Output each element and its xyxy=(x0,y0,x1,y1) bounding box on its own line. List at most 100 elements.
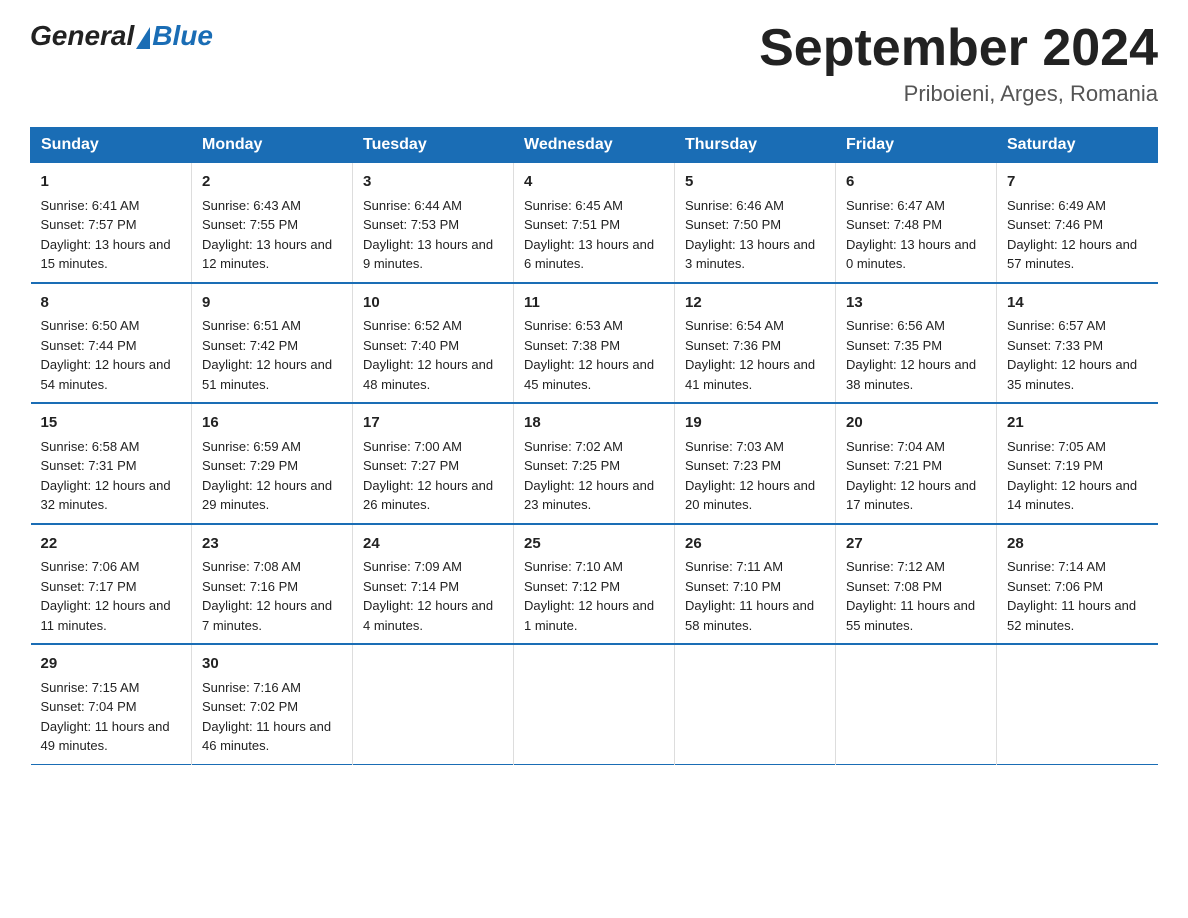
day-number: 23 xyxy=(202,533,342,556)
day-number: 1 xyxy=(41,171,182,194)
header-row: SundayMondayTuesdayWednesdayThursdayFrid… xyxy=(31,128,1158,163)
calendar-cell: 18 Sunrise: 7:02 AMSunset: 7:25 PMDayligh… xyxy=(514,403,675,524)
day-info: Sunrise: 6:56 AMSunset: 7:35 PMDaylight:… xyxy=(846,318,976,392)
day-number: 13 xyxy=(846,292,986,315)
day-number: 10 xyxy=(363,292,503,315)
calendar-cell: 4Sunrise: 6:45 AMSunset: 7:51 PMDaylight… xyxy=(514,163,675,283)
day-info: Sunrise: 6:52 AMSunset: 7:40 PMDaylight:… xyxy=(363,318,493,392)
calendar-cell: 19 Sunrise: 7:03 AMSunset: 7:23 PMDayligh… xyxy=(675,403,836,524)
day-number: 24 xyxy=(363,533,503,556)
day-number: 2 xyxy=(202,171,342,194)
day-info: Sunrise: 6:53 AMSunset: 7:38 PMDaylight:… xyxy=(524,318,654,392)
calendar-cell: 25Sunrise: 7:10 AMSunset: 7:12 PMDayligh… xyxy=(514,524,675,645)
calendar-cell: 23 Sunrise: 7:08 AMSunset: 7:16 PMDayligh… xyxy=(192,524,353,645)
calendar-cell: 29 Sunrise: 7:15 AMSunset: 7:04 PMDayligh… xyxy=(31,644,192,764)
day-number: 27 xyxy=(846,533,986,556)
calendar-cell: 5 Sunrise: 6:46 AMSunset: 7:50 PMDaylight… xyxy=(675,163,836,283)
day-info: Sunrise: 7:15 AMSunset: 7:04 PMDaylight:… xyxy=(41,680,170,754)
day-info: Sunrise: 7:00 AMSunset: 7:27 PMDaylight:… xyxy=(363,439,493,513)
calendar-table: SundayMondayTuesdayWednesdayThursdayFrid… xyxy=(30,127,1158,765)
week-row-2: 8 Sunrise: 6:50 AMSunset: 7:44 PMDaylight… xyxy=(31,283,1158,404)
week-row-4: 22Sunrise: 7:06 AMSunset: 7:17 PMDayligh… xyxy=(31,524,1158,645)
day-number: 28 xyxy=(1007,533,1148,556)
calendar-cell: 13 Sunrise: 6:56 AMSunset: 7:35 PMDayligh… xyxy=(836,283,997,404)
calendar-cell: 21 Sunrise: 7:05 AMSunset: 7:19 PMDayligh… xyxy=(997,403,1158,524)
day-info: Sunrise: 7:12 AMSunset: 7:08 PMDaylight:… xyxy=(846,559,975,633)
day-info: Sunrise: 7:08 AMSunset: 7:16 PMDaylight:… xyxy=(202,559,332,633)
day-number: 8 xyxy=(41,292,182,315)
day-number: 5 xyxy=(685,171,825,194)
calendar-cell: 14 Sunrise: 6:57 AMSunset: 7:33 PMDayligh… xyxy=(997,283,1158,404)
day-number: 25 xyxy=(524,533,664,556)
calendar-cell: 30 Sunrise: 7:16 AMSunset: 7:02 PMDayligh… xyxy=(192,644,353,764)
day-number: 18 xyxy=(524,412,664,435)
day-info: Sunrise: 6:50 AMSunset: 7:44 PMDaylight:… xyxy=(41,318,171,392)
calendar-cell: 28 Sunrise: 7:14 AMSunset: 7:06 PMDayligh… xyxy=(997,524,1158,645)
calendar-cell: 2 Sunrise: 6:43 AMSunset: 7:55 PMDaylight… xyxy=(192,163,353,283)
day-number: 16 xyxy=(202,412,342,435)
calendar-cell: 9 Sunrise: 6:51 AMSunset: 7:42 PMDaylight… xyxy=(192,283,353,404)
page-header: General Blue September 2024 Priboieni, A… xyxy=(30,20,1158,107)
day-info: Sunrise: 7:14 AMSunset: 7:06 PMDaylight:… xyxy=(1007,559,1136,633)
day-number: 15 xyxy=(41,412,182,435)
day-number: 21 xyxy=(1007,412,1148,435)
day-info: Sunrise: 6:43 AMSunset: 7:55 PMDaylight:… xyxy=(202,198,332,272)
location-subtitle: Priboieni, Arges, Romania xyxy=(759,81,1158,107)
day-info: Sunrise: 6:54 AMSunset: 7:36 PMDaylight:… xyxy=(685,318,815,392)
day-number: 3 xyxy=(363,171,503,194)
calendar-body: 1 Sunrise: 6:41 AMSunset: 7:57 PMDaylight… xyxy=(31,163,1158,765)
calendar-cell xyxy=(997,644,1158,764)
day-number: 19 xyxy=(685,412,825,435)
day-number: 11 xyxy=(524,292,664,315)
logo-triangle-icon xyxy=(136,27,150,49)
logo-blue-text: Blue xyxy=(152,20,213,52)
day-number: 20 xyxy=(846,412,986,435)
day-info: Sunrise: 6:51 AMSunset: 7:42 PMDaylight:… xyxy=(202,318,332,392)
header-thursday: Thursday xyxy=(675,128,836,163)
day-info: Sunrise: 7:16 AMSunset: 7:02 PMDaylight:… xyxy=(202,680,331,754)
day-number: 7 xyxy=(1007,171,1148,194)
calendar-cell: 27 Sunrise: 7:12 AMSunset: 7:08 PMDayligh… xyxy=(836,524,997,645)
day-number: 30 xyxy=(202,653,342,676)
logo: General Blue xyxy=(30,20,213,52)
day-info: Sunrise: 7:02 AMSunset: 7:25 PMDaylight:… xyxy=(524,439,654,513)
calendar-cell: 11 Sunrise: 6:53 AMSunset: 7:38 PMDayligh… xyxy=(514,283,675,404)
calendar-cell: 24 Sunrise: 7:09 AMSunset: 7:14 PMDayligh… xyxy=(353,524,514,645)
day-info: Sunrise: 6:41 AMSunset: 7:57 PMDaylight:… xyxy=(41,198,171,272)
day-number: 29 xyxy=(41,653,182,676)
calendar-cell: 15Sunrise: 6:58 AMSunset: 7:31 PMDayligh… xyxy=(31,403,192,524)
day-info: Sunrise: 7:09 AMSunset: 7:14 PMDaylight:… xyxy=(363,559,493,633)
week-row-5: 29 Sunrise: 7:15 AMSunset: 7:04 PMDayligh… xyxy=(31,644,1158,764)
day-info: Sunrise: 7:03 AMSunset: 7:23 PMDaylight:… xyxy=(685,439,815,513)
day-info: Sunrise: 6:45 AMSunset: 7:51 PMDaylight:… xyxy=(524,198,654,272)
logo-general-text: General xyxy=(30,20,134,52)
title-block: September 2024 Priboieni, Arges, Romania xyxy=(759,20,1158,107)
calendar-cell: 16Sunrise: 6:59 AMSunset: 7:29 PMDayligh… xyxy=(192,403,353,524)
calendar-header: SundayMondayTuesdayWednesdayThursdayFrid… xyxy=(31,128,1158,163)
calendar-cell xyxy=(675,644,836,764)
day-info: Sunrise: 7:05 AMSunset: 7:19 PMDaylight:… xyxy=(1007,439,1137,513)
calendar-cell: 12 Sunrise: 6:54 AMSunset: 7:36 PMDayligh… xyxy=(675,283,836,404)
day-number: 12 xyxy=(685,292,825,315)
calendar-cell: 10 Sunrise: 6:52 AMSunset: 7:40 PMDayligh… xyxy=(353,283,514,404)
calendar-cell xyxy=(836,644,997,764)
day-info: Sunrise: 7:06 AMSunset: 7:17 PMDaylight:… xyxy=(41,559,171,633)
day-number: 6 xyxy=(846,171,986,194)
header-monday: Monday xyxy=(192,128,353,163)
day-number: 14 xyxy=(1007,292,1148,315)
day-info: Sunrise: 6:44 AMSunset: 7:53 PMDaylight:… xyxy=(363,198,493,272)
calendar-cell: 26Sunrise: 7:11 AMSunset: 7:10 PMDayligh… xyxy=(675,524,836,645)
week-row-3: 15Sunrise: 6:58 AMSunset: 7:31 PMDayligh… xyxy=(31,403,1158,524)
header-saturday: Saturday xyxy=(997,128,1158,163)
day-number: 17 xyxy=(363,412,503,435)
day-info: Sunrise: 6:47 AMSunset: 7:48 PMDaylight:… xyxy=(846,198,976,272)
day-info: Sunrise: 6:57 AMSunset: 7:33 PMDaylight:… xyxy=(1007,318,1137,392)
calendar-cell xyxy=(514,644,675,764)
day-number: 26 xyxy=(685,533,825,556)
day-info: Sunrise: 6:46 AMSunset: 7:50 PMDaylight:… xyxy=(685,198,815,272)
calendar-cell: 20Sunrise: 7:04 AMSunset: 7:21 PMDayligh… xyxy=(836,403,997,524)
month-year-title: September 2024 xyxy=(759,20,1158,77)
day-number: 9 xyxy=(202,292,342,315)
calendar-cell: 3 Sunrise: 6:44 AMSunset: 7:53 PMDaylight… xyxy=(353,163,514,283)
week-row-1: 1 Sunrise: 6:41 AMSunset: 7:57 PMDaylight… xyxy=(31,163,1158,283)
